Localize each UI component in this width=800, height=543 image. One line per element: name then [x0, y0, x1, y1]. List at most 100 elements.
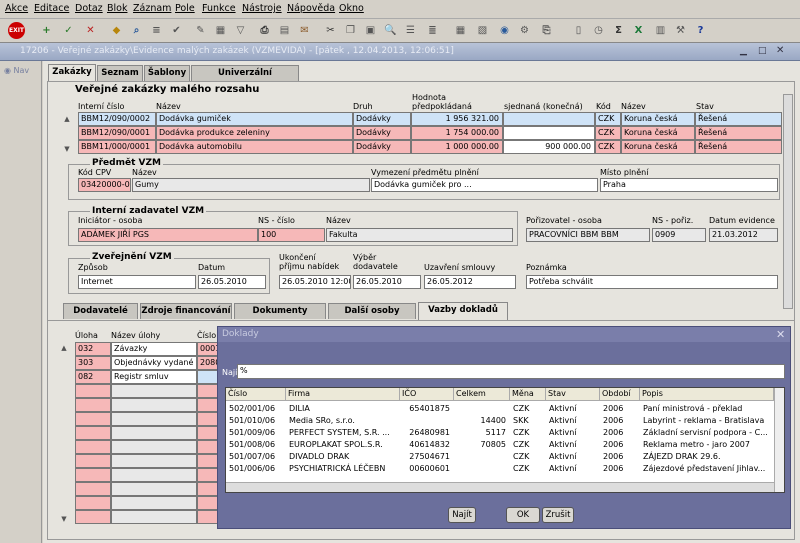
- cell-nazev[interactable]: Dodávka automobilu: [156, 140, 353, 154]
- zadavatel-nazev-field[interactable]: Fakulta: [326, 228, 513, 242]
- empty-cell[interactable]: [75, 384, 111, 398]
- empty-cell[interactable]: [111, 398, 197, 412]
- cell-cislo[interactable]: BBM12/090/0001: [78, 126, 156, 140]
- misto-field[interactable]: Praha: [600, 178, 778, 192]
- tab-zakazky[interactable]: Zakázky: [48, 64, 96, 82]
- cell-predpokladana[interactable]: 1 754 000.00: [411, 126, 503, 140]
- vyber-field[interactable]: 26.05.2010: [353, 275, 421, 289]
- tab-univerzalni[interactable]: Univerzální náhradníci: [191, 65, 299, 93]
- calendar-icon[interactable]: ◷: [590, 22, 607, 39]
- menu-nastroje[interactable]: Nástroje: [242, 3, 282, 14]
- empty-cell[interactable]: [197, 426, 219, 440]
- scroll-up-icon[interactable]: ▲: [62, 114, 72, 124]
- ukonceni-field[interactable]: 26.05.2010 12:00: [279, 275, 351, 289]
- ok-button[interactable]: OK: [506, 507, 540, 523]
- cell-predpokladana[interactable]: 1 956 321.00: [411, 112, 503, 126]
- help-icon[interactable]: ?: [692, 22, 709, 39]
- empty-cell[interactable]: [111, 384, 197, 398]
- cell-nazev-ulohy[interactable]: Registr smluv: [111, 370, 197, 384]
- copy-icon[interactable]: ❐: [342, 22, 359, 39]
- empty-cell[interactable]: [75, 412, 111, 426]
- empty-cell[interactable]: [197, 510, 219, 524]
- empty-cell[interactable]: [111, 468, 197, 482]
- cancel-button[interactable]: Zrušit: [542, 507, 574, 523]
- cell-mena[interactable]: Koruna česká: [621, 140, 695, 154]
- cell-uloha[interactable]: 032: [75, 342, 111, 356]
- subtab-zdroje[interactable]: Zdroje financování: [140, 303, 232, 319]
- main-scrollbar[interactable]: [783, 94, 793, 309]
- document-icon[interactable]: ▯: [570, 22, 587, 39]
- cell-uloha[interactable]: 303: [75, 356, 111, 370]
- exit-icon[interactable]: EXIT: [8, 22, 25, 39]
- zverejneni-datum-field[interactable]: 26.05.2010: [198, 275, 266, 289]
- cell-stav[interactable]: Řešená: [695, 112, 782, 126]
- empty-cell[interactable]: [197, 412, 219, 426]
- kod-cpv-field[interactable]: 03420000-0: [78, 178, 131, 192]
- mail-icon[interactable]: ✉: [296, 22, 313, 39]
- menu-editace[interactable]: Editace: [34, 3, 69, 14]
- cell-sjednana[interactable]: 900 000.00: [503, 140, 595, 154]
- uzavreni-field[interactable]: 26.05.2012: [424, 275, 516, 289]
- empty-cell[interactable]: [197, 496, 219, 510]
- cell-mena[interactable]: Koruna česká: [621, 126, 695, 140]
- grid-header-3[interactable]: Celkem: [454, 388, 510, 401]
- cell-stav[interactable]: Řešená: [695, 126, 782, 140]
- menu-okno[interactable]: Okno: [339, 3, 364, 14]
- cell-nazev-ulohy[interactable]: Objednávky vydané: [111, 356, 197, 370]
- vymezeni-field[interactable]: Dodávka gumiček pro ...: [371, 178, 598, 192]
- cell-cislo[interactable]: BBM12/090/0002: [78, 112, 156, 126]
- cell-kod[interactable]: CZK: [595, 140, 621, 154]
- grid-icon[interactable]: ▦: [212, 22, 229, 39]
- grid-header-5[interactable]: Stav: [546, 388, 600, 401]
- filter-icon[interactable]: ▽: [232, 22, 249, 39]
- menu-akce[interactable]: Akce: [5, 3, 28, 14]
- scroll-up-icon[interactable]: ▲: [59, 343, 69, 353]
- cell-kod[interactable]: CZK: [595, 126, 621, 140]
- empty-cell[interactable]: [197, 384, 219, 398]
- menu-napoveda[interactable]: Nápověda: [287, 3, 335, 14]
- paste-icon[interactable]: ▣: [362, 22, 379, 39]
- empty-cell[interactable]: [111, 482, 197, 496]
- empty-cell[interactable]: [111, 496, 197, 510]
- cell-cislo[interactable]: BBM11/000/0001: [78, 140, 156, 154]
- find-button[interactable]: Najít: [448, 507, 476, 523]
- cell-stav[interactable]: Řešená: [695, 140, 782, 154]
- subtab-dokumenty[interactable]: Dokumenty: [234, 303, 326, 319]
- scroll-down-icon[interactable]: ▼: [59, 514, 69, 524]
- menu-pole[interactable]: Pole: [175, 3, 195, 14]
- tab-seznam[interactable]: Seznam: [97, 65, 143, 81]
- cell-druh[interactable]: Dodávky: [353, 126, 411, 140]
- empty-cell[interactable]: [111, 510, 197, 524]
- grid-header-7[interactable]: Popis: [640, 388, 774, 401]
- close-icon[interactable]: ✕: [776, 328, 785, 341]
- edit-icon[interactable]: ✎: [192, 22, 209, 39]
- cell-cislo[interactable]: [197, 370, 219, 384]
- check-icon[interactable]: ✔: [168, 22, 185, 39]
- scroll-down-icon[interactable]: ▼: [62, 144, 72, 154]
- cut-icon[interactable]: ✂: [322, 22, 339, 39]
- empty-cell[interactable]: [197, 454, 219, 468]
- text-icon[interactable]: ≣: [424, 22, 441, 39]
- menu-blok[interactable]: Blok: [107, 3, 127, 14]
- ns-field[interactable]: 100: [258, 228, 325, 242]
- delete-icon[interactable]: ✕: [82, 22, 99, 39]
- empty-cell[interactable]: [111, 412, 197, 426]
- cell-sjednana[interactable]: [503, 112, 595, 126]
- cell-cislo[interactable]: 2080: [197, 356, 219, 370]
- grid-header-4[interactable]: Měna: [510, 388, 546, 401]
- cell-uloha[interactable]: 082: [75, 370, 111, 384]
- datum-evidence-field[interactable]: 21.03.2012: [709, 228, 778, 242]
- empty-cell[interactable]: [75, 454, 111, 468]
- grid-header-6[interactable]: Období: [600, 388, 640, 401]
- ns-poriz-field[interactable]: 0909: [652, 228, 706, 242]
- empty-cell[interactable]: [75, 496, 111, 510]
- subtab-vazby-dokladu[interactable]: Vazby dokladů: [418, 302, 508, 320]
- iniciator-field[interactable]: ADÁMEK JIŘÍ PGS: [78, 228, 258, 242]
- query-icon[interactable]: ◆: [108, 22, 125, 39]
- cell-cislo[interactable]: 0001: [197, 342, 219, 356]
- preview-icon[interactable]: ▤: [276, 22, 293, 39]
- image-icon[interactable]: ▧: [474, 22, 491, 39]
- table-icon[interactable]: ▦: [452, 22, 469, 39]
- empty-cell[interactable]: [75, 468, 111, 482]
- empty-cell[interactable]: [75, 482, 111, 496]
